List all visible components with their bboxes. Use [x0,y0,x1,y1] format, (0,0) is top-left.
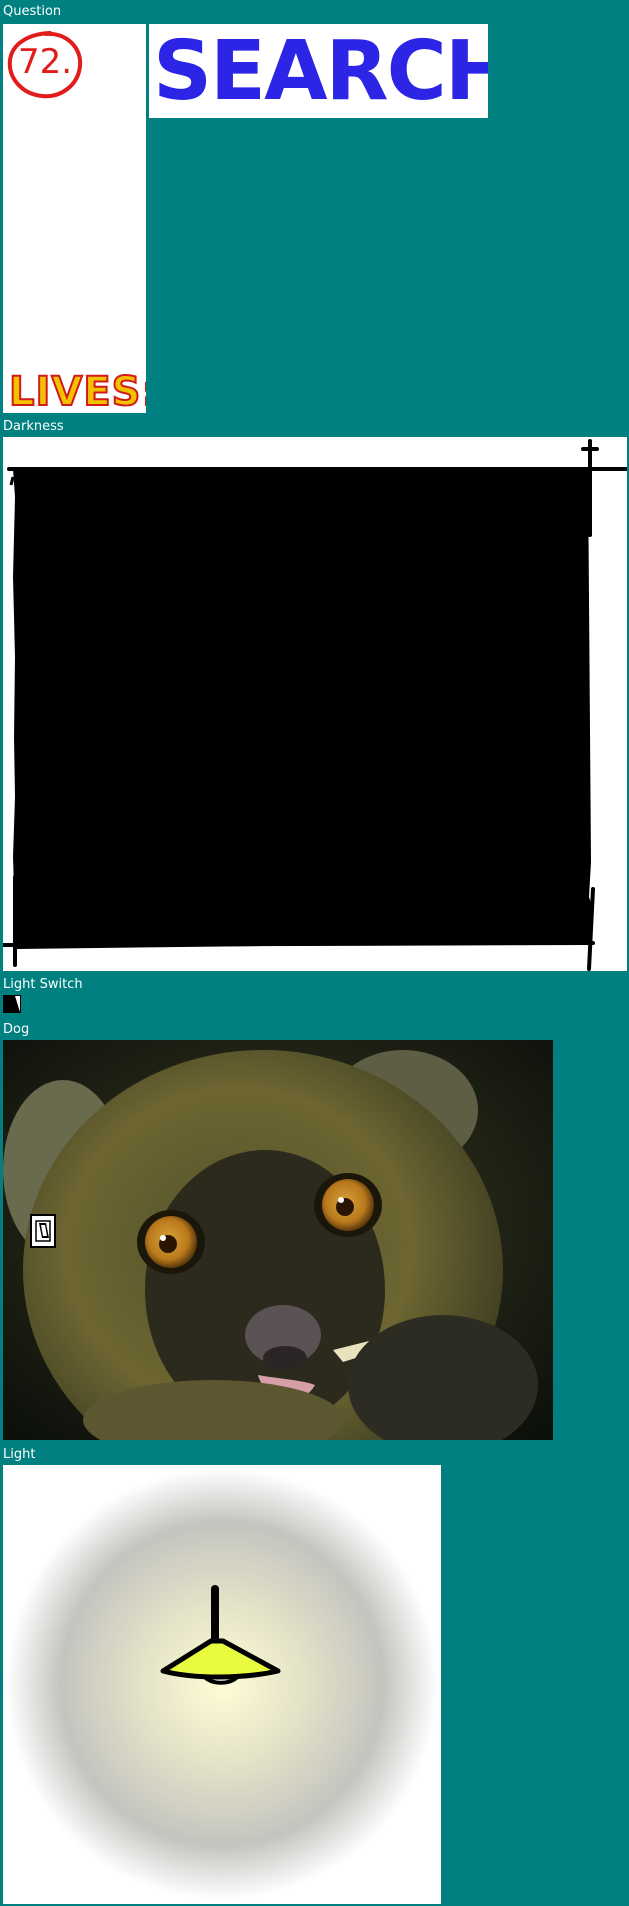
light-switch-icon [3,995,21,1013]
section-label-light: Light [3,1447,36,1462]
section-label-dog: Dog [3,1022,30,1037]
section-label-darkness: Darkness [3,419,64,434]
lives-label: LIVES: [8,369,146,413]
search-title: SEARCH! [153,24,488,118]
question-panel: 72. LIVES: [3,24,146,413]
section-label-question: Question [3,4,62,19]
dog-photo [3,1040,553,1440]
darkness-panel [3,437,627,971]
light-glow [3,1465,441,1904]
section-label-light-switch: Light Switch [3,977,83,992]
lemur-image [3,1040,553,1440]
question-number: 72. [17,42,73,82]
light-panel [3,1465,441,1904]
light-switch-sprite[interactable] [30,1214,56,1248]
light-switch-icon [30,1214,56,1248]
question-number-badge: 72. [6,28,84,100]
darkness-box [3,439,627,971]
light-switch[interactable] [3,995,21,1013]
search-banner: SEARCH! [149,24,488,118]
